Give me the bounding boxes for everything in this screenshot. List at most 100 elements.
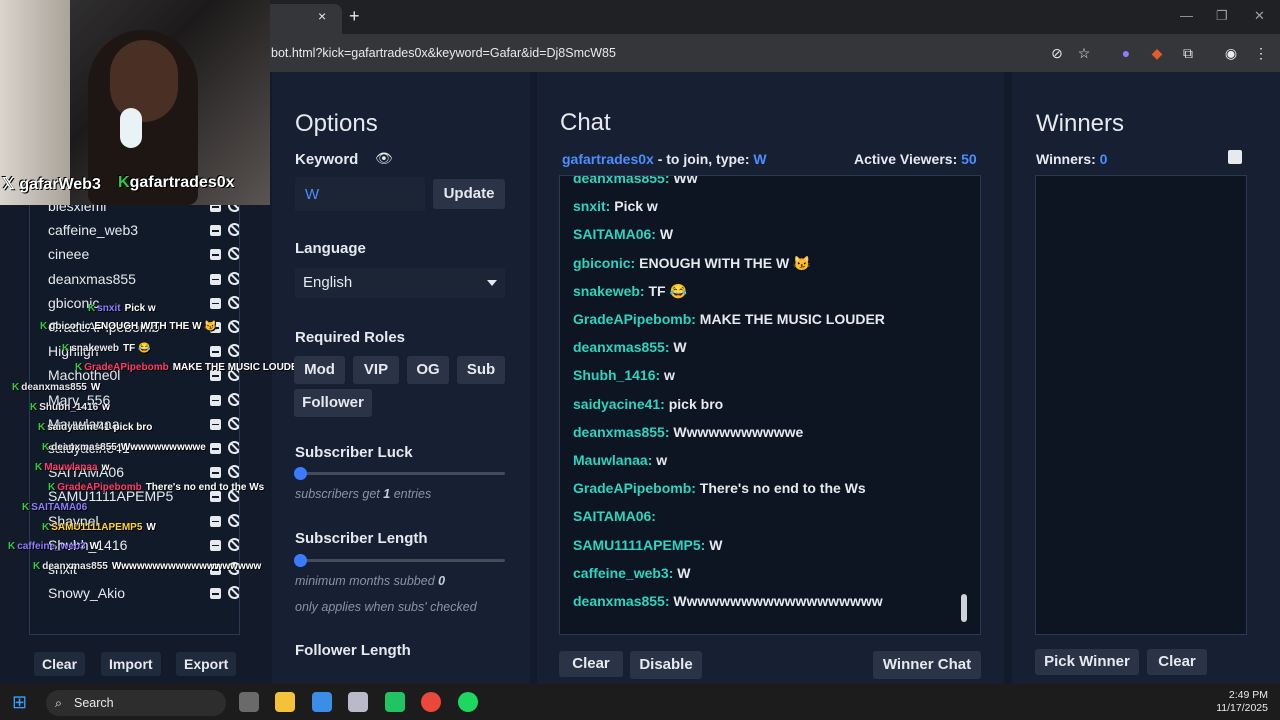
ban-user-icon[interactable] <box>228 344 239 358</box>
close-window-icon[interactable]: ✕ <box>1254 8 1265 24</box>
chat-username[interactable]: SAITAMA06: <box>573 508 656 524</box>
eye-icon[interactable]: 👁 <box>375 150 393 167</box>
subscriber-luck-thumb[interactable] <box>294 467 307 480</box>
subscriber-luck-slider[interactable] <box>294 467 505 480</box>
chat-username[interactable]: deanxmas855: <box>573 424 670 440</box>
chat-username[interactable]: deanxmas855: <box>573 339 670 355</box>
keyword-input[interactable] <box>295 177 425 211</box>
user-list-row[interactable]: cineee <box>48 246 239 268</box>
new-tab-icon[interactable]: + <box>349 6 360 27</box>
chat-disable-button[interactable]: Disable <box>630 651 702 679</box>
subscriber-length-thumb[interactable] <box>294 554 307 567</box>
ban-user-icon[interactable] <box>228 223 239 237</box>
remove-user-icon[interactable] <box>210 394 221 406</box>
remove-user-icon[interactable] <box>210 539 221 551</box>
subscriber-luck-label: Subscriber Luck <box>295 444 413 461</box>
chat-username[interactable]: deanxmas855: <box>573 593 670 609</box>
snipping-tool-icon[interactable] <box>348 692 368 712</box>
chat-username[interactable]: Shubh_1416: <box>573 367 660 383</box>
role-og-button[interactable]: OG <box>407 356 449 384</box>
chat-username[interactable]: deanxmas855: <box>573 176 670 186</box>
pick-winner-button[interactable]: Pick Winner <box>1035 649 1139 675</box>
extensions-puzzle-icon[interactable]: ⧉ <box>1179 44 1197 62</box>
ban-user-icon[interactable] <box>228 320 239 333</box>
user-list-row[interactable]: deanxmas855 <box>48 271 239 293</box>
ban-user-icon[interactable] <box>228 416 239 430</box>
subscriber-length-slider[interactable] <box>294 554 505 567</box>
file-explorer-icon[interactable] <box>275 692 295 712</box>
remove-user-icon[interactable] <box>210 346 221 358</box>
remove-user-icon[interactable] <box>210 249 221 261</box>
chat-username[interactable]: SAMU1111APEMP5: <box>573 537 705 553</box>
join-keyword: W <box>753 151 767 167</box>
chat-username[interactable]: caffeine_web3: <box>573 565 673 581</box>
store-icon[interactable] <box>312 692 332 712</box>
ban-user-icon[interactable] <box>228 392 239 406</box>
chrome-icon[interactable] <box>421 692 441 712</box>
url-field[interactable]: bot.html?kick=gafartrades0x&keyword=Gafa… <box>271 46 616 60</box>
remove-user-icon[interactable] <box>210 225 221 237</box>
chat-username[interactable]: gbiconic: <box>573 255 635 271</box>
winner-chat-button[interactable]: Winner Chat <box>873 651 981 679</box>
chat-clear-button[interactable]: Clear <box>559 651 623 677</box>
role-follower-button[interactable]: Follower <box>294 389 372 417</box>
winners-clear-button[interactable]: Clear <box>1147 649 1207 675</box>
ban-user-icon[interactable] <box>228 513 239 527</box>
chat-username[interactable]: saidyacine41: <box>573 396 665 412</box>
user-list-row[interactable]: Snowy_Akio <box>48 585 239 607</box>
minimize-icon[interactable]: — <box>1180 8 1193 23</box>
chat-username[interactable]: snakeweb: <box>573 283 645 299</box>
chat-username[interactable]: Mauwlanaa: <box>573 452 652 468</box>
bookmark-star-icon[interactable]: ☆ <box>1075 44 1093 62</box>
remove-user-icon[interactable] <box>210 418 221 430</box>
chat-box[interactable]: deanxmas855: Ww snxit: Pick w SAITAMA06: W… <box>559 175 981 635</box>
close-tab-icon[interactable]: × <box>318 8 326 24</box>
ban-user-icon[interactable] <box>228 441 239 454</box>
chat-scrollbar[interactable] <box>961 594 967 622</box>
remove-user-icon[interactable] <box>210 515 221 527</box>
taskbar-search[interactable]: ⌕ Search <box>46 690 226 716</box>
role-mod-button[interactable]: Mod <box>294 356 345 384</box>
user-list-row[interactable]: caffeine_web3 <box>48 222 239 244</box>
ban-user-icon[interactable] <box>228 465 239 479</box>
remove-user-icon[interactable] <box>210 588 221 600</box>
extension-fox-icon[interactable]: ◆ <box>1148 44 1166 62</box>
copy-icon[interactable] <box>1228 150 1242 164</box>
ban-user-icon[interactable] <box>228 586 239 600</box>
spotify-icon[interactable] <box>458 692 478 712</box>
remove-user-icon[interactable] <box>210 443 221 454</box>
chat-username[interactable]: SAITAMA06: <box>573 226 656 242</box>
app-icon[interactable] <box>385 692 405 712</box>
chat-username[interactable]: GradeAPipebomb: <box>573 480 696 496</box>
kick-icon: K <box>62 343 70 354</box>
chat-username[interactable]: GradeAPipebomb: <box>573 311 696 327</box>
channel-name[interactable]: gafartrades0x <box>562 151 654 167</box>
role-vip-button[interactable]: VIP <box>353 356 399 384</box>
list-clear-button[interactable]: Clear <box>34 652 86 676</box>
chat-username[interactable]: snxit: <box>573 198 610 214</box>
remove-user-icon[interactable] <box>210 467 221 479</box>
remove-user-icon[interactable] <box>210 297 221 309</box>
update-button[interactable]: Update <box>433 179 505 209</box>
kick-icon: K <box>40 321 48 332</box>
chevron-down-icon <box>487 280 497 286</box>
remove-user-icon[interactable] <box>210 491 221 503</box>
extension-ghost-icon[interactable]: ● <box>1117 44 1135 62</box>
camera-blocked-icon[interactable]: ⊘ <box>1048 44 1066 62</box>
maximize-icon[interactable]: ❐ <box>1216 8 1228 24</box>
menu-kebab-icon[interactable]: ⋮ <box>1252 44 1270 62</box>
taskbar-clock[interactable]: 2:49 PM 11/17/2025 <box>1216 689 1268 715</box>
list-export-button[interactable]: Export <box>176 652 237 676</box>
browser-tab[interactable] <box>262 4 342 34</box>
ban-user-icon[interactable] <box>228 271 239 285</box>
ban-user-icon[interactable] <box>228 247 239 261</box>
language-select[interactable]: English <box>295 268 505 298</box>
task-view-icon[interactable] <box>239 692 259 712</box>
ban-user-icon[interactable] <box>228 295 239 309</box>
list-import-button[interactable]: Import <box>101 652 161 676</box>
profile-avatar-icon[interactable]: ◉ <box>1222 44 1240 62</box>
ban-user-icon[interactable] <box>228 537 239 551</box>
remove-user-icon[interactable] <box>210 273 221 285</box>
windows-start-icon[interactable]: ⊞ <box>12 692 32 712</box>
role-sub-button[interactable]: Sub <box>457 356 505 384</box>
